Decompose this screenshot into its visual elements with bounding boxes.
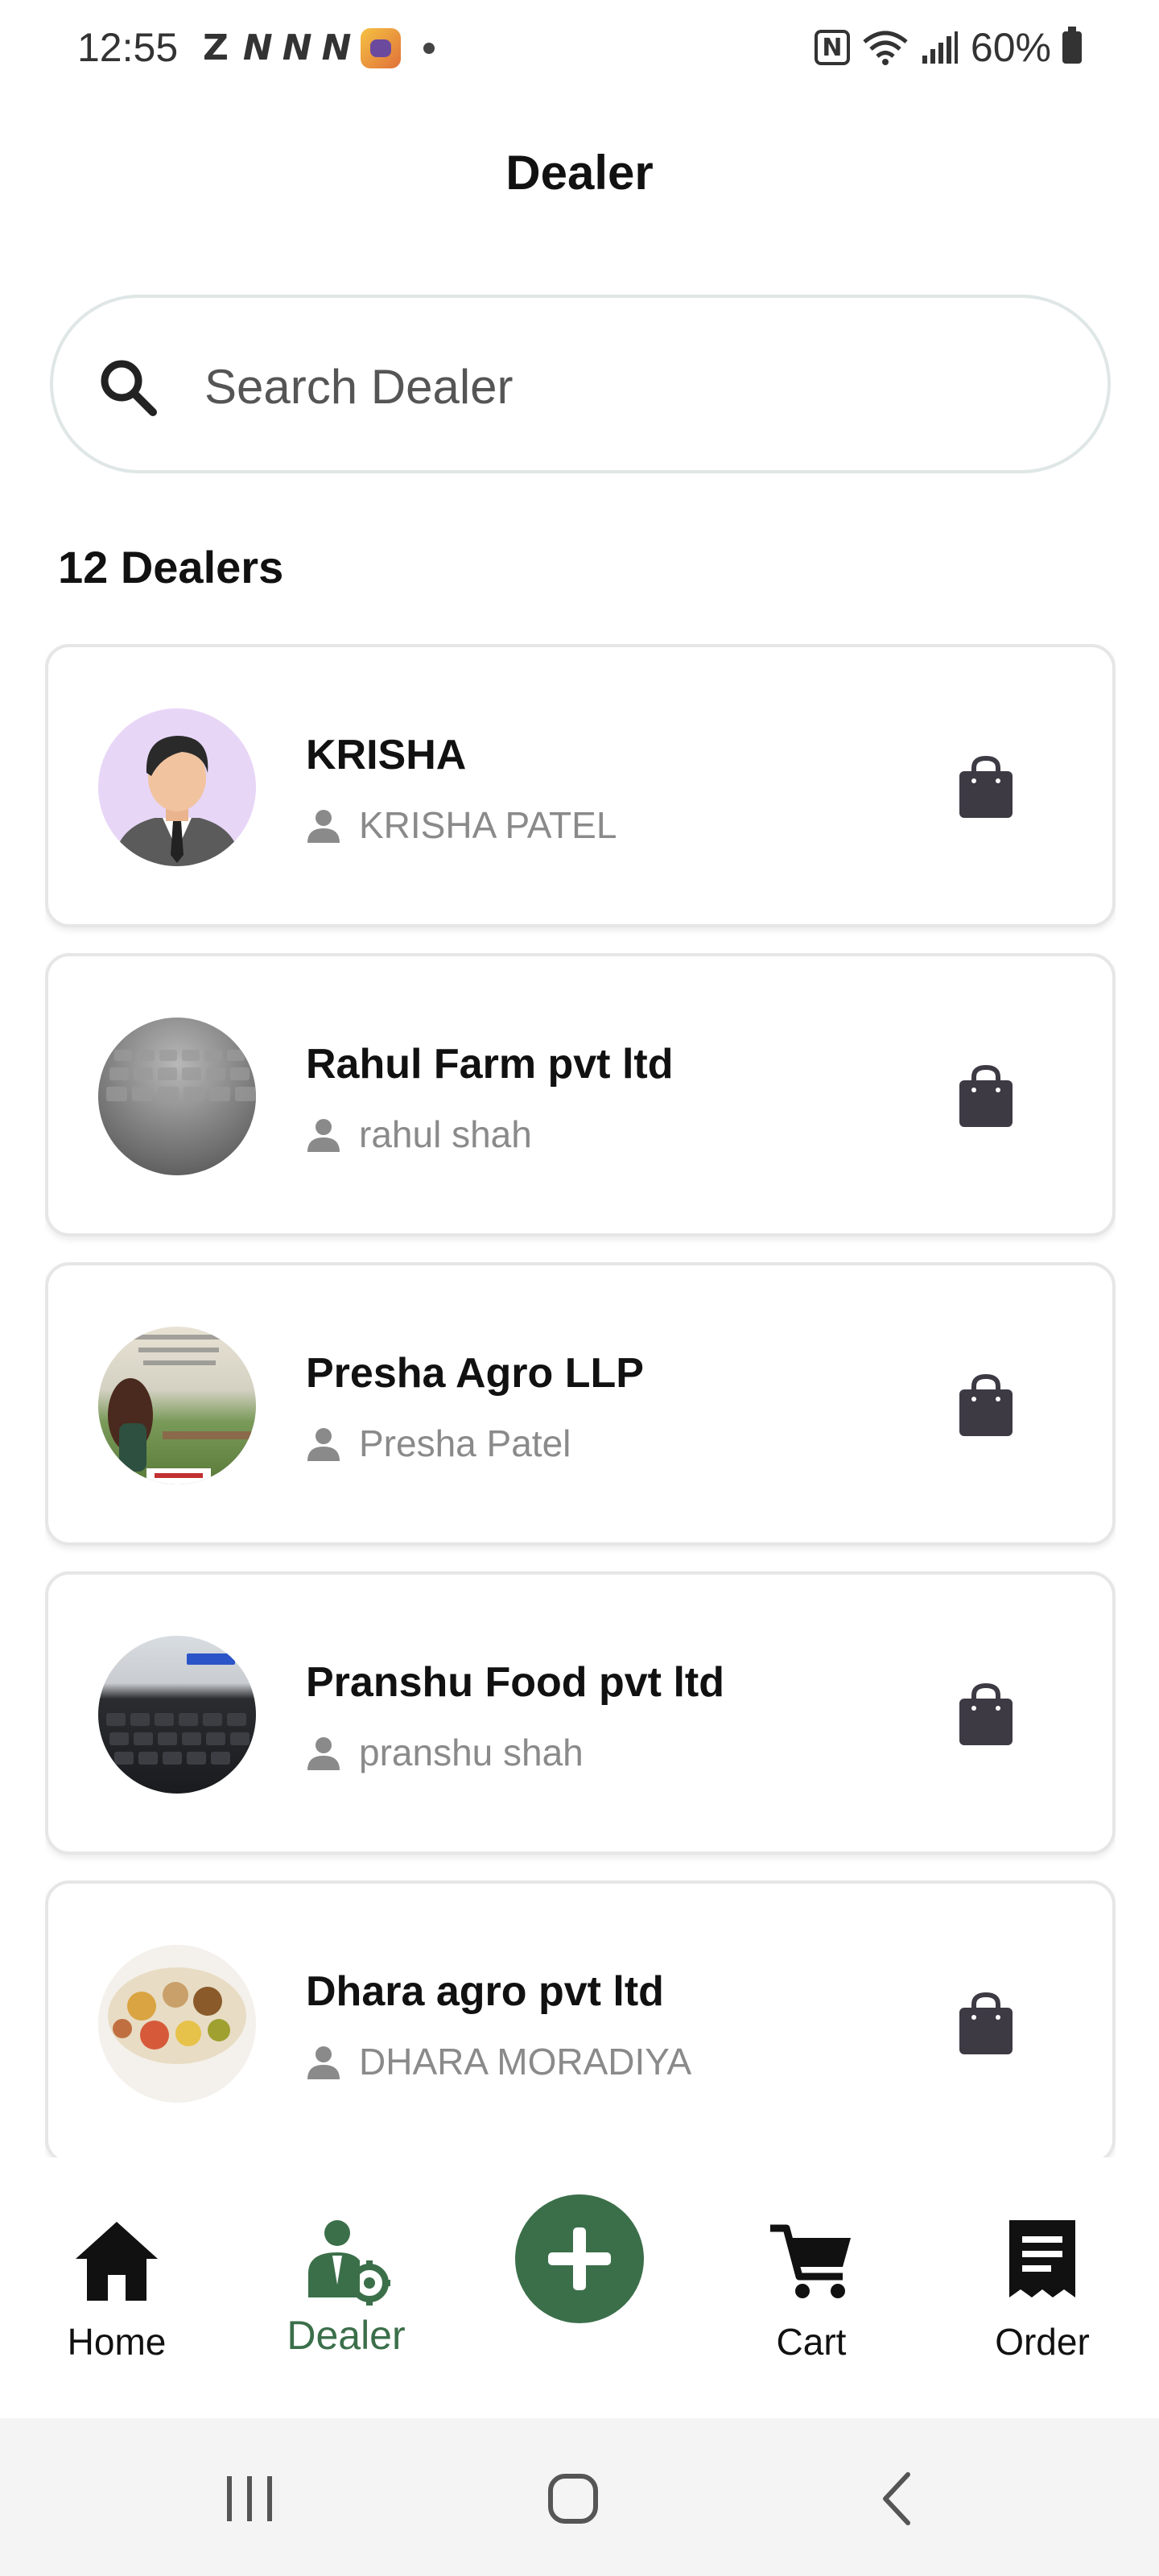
notification-icons: Z N N N xyxy=(203,27,435,68)
dealer-owner: rahul shah xyxy=(306,1113,532,1156)
dealer-count: 12 Dealers xyxy=(58,542,284,592)
dealer-owner: KRISHA PATEL xyxy=(306,803,617,847)
dealer-card[interactable]: Dhara agro pvt ltd DHARA MORADIYA xyxy=(45,1880,1116,2157)
dealer-avatar xyxy=(98,1945,256,2103)
dealer-avatar xyxy=(98,1327,256,1484)
n-notification-icon: N xyxy=(282,27,312,68)
recent-apps-icon[interactable] xyxy=(217,2467,282,2531)
shopping-bag-icon[interactable] xyxy=(958,1373,1014,1438)
dealer-list[interactable]: KRISHA KRISHA PATEL Rahul Farm pvt ltd r… xyxy=(45,644,1116,2157)
owner-name: rahul shah xyxy=(359,1113,532,1155)
cart-icon xyxy=(770,2224,851,2298)
nav-cart[interactable]: Cart xyxy=(719,2159,904,2418)
nav-dealer[interactable]: Dealer xyxy=(254,2159,439,2418)
person-icon xyxy=(307,1428,340,1461)
nav-cart-label: Cart xyxy=(776,2321,847,2363)
nav-order-label: Order xyxy=(995,2321,1090,2363)
dealer-name: Dhara agro pvt ltd xyxy=(306,1968,664,2015)
add-button[interactable] xyxy=(515,2194,644,2323)
laptop-photo-icon xyxy=(106,1653,250,1765)
dealer-name: Presha Agro LLP xyxy=(306,1350,644,1397)
dealer-name: KRISHA xyxy=(306,732,467,778)
person-icon xyxy=(307,810,340,843)
wifi-icon xyxy=(863,31,908,65)
real-estate-ad-photo-icon xyxy=(108,1335,251,1484)
status-time: 12:55 xyxy=(77,25,179,70)
n-notification-icon: N xyxy=(321,27,352,68)
search-box[interactable] xyxy=(50,295,1111,473)
dealer-card[interactable]: KRISHA KRISHA PATEL xyxy=(45,644,1116,927)
dealer-card[interactable]: Pranshu Food pvt ltd pranshu shah xyxy=(45,1571,1116,1855)
status-bar: 12:55 Z N N N N 60% xyxy=(0,0,1159,105)
status-indicators: N 60% xyxy=(814,24,1082,71)
z-notification-icon: Z xyxy=(203,27,229,68)
battery-icon xyxy=(1062,27,1082,64)
nav-home-label: Home xyxy=(67,2321,167,2363)
nfc-icon: N xyxy=(814,30,850,65)
dealer-avatar xyxy=(98,708,256,866)
person-icon xyxy=(307,2046,340,2079)
search-input[interactable] xyxy=(204,338,1009,435)
game-app-icon xyxy=(361,27,402,68)
keyboard-photo-icon xyxy=(106,1050,256,1101)
dealer-card[interactable]: Rahul Farm pvt ltd rahul shah xyxy=(45,953,1116,1236)
search-icon xyxy=(101,360,157,416)
person-icon xyxy=(307,1737,340,1770)
businessman-avatar-icon xyxy=(113,736,241,866)
nav-dealer-label: Dealer xyxy=(287,2313,406,2358)
more-notifications-dot-icon xyxy=(423,42,435,54)
dealer-owner: DHARA MORADIYA xyxy=(306,2040,691,2083)
dealer-settings-icon xyxy=(308,2220,390,2306)
dealer-avatar xyxy=(98,1636,256,1794)
nav-order[interactable]: Order xyxy=(950,2159,1135,2418)
dealer-avatar xyxy=(98,1018,256,1175)
shopping-bag-icon[interactable] xyxy=(958,1064,1014,1129)
shopping-bag-icon[interactable] xyxy=(958,755,1014,819)
nav-home[interactable]: Home xyxy=(24,2159,209,2418)
dealer-owner: pranshu shah xyxy=(306,1731,584,1774)
system-navigation-bar xyxy=(0,2418,1159,2576)
battery-percentage: 60% xyxy=(970,25,1051,70)
plus-icon xyxy=(548,2227,611,2290)
person-icon xyxy=(307,1119,340,1152)
receipt-icon xyxy=(1009,2220,1075,2297)
page-title: Dealer xyxy=(505,146,654,200)
owner-name: Presha Patel xyxy=(359,1422,571,1464)
food-platter-photo-icon xyxy=(108,1967,246,2064)
dealer-owner: Presha Patel xyxy=(306,1422,571,1465)
dealer-card[interactable]: Presha Agro LLP Presha Patel xyxy=(45,1262,1116,1546)
owner-name: KRISHA PATEL xyxy=(359,804,617,846)
n-notification-icon: N xyxy=(242,27,273,68)
shopping-bag-icon[interactable] xyxy=(958,1992,1014,2056)
owner-name: pranshu shah xyxy=(359,1732,584,1773)
back-icon[interactable] xyxy=(866,2467,930,2531)
dealer-name: Pranshu Food pvt ltd xyxy=(306,1659,724,1706)
bottom-navigation: Home Dealer Cart Order xyxy=(0,2159,1159,2418)
shopping-bag-icon[interactable] xyxy=(958,1682,1014,1747)
dealer-name: Rahul Farm pvt ltd xyxy=(306,1041,674,1088)
owner-name: DHARA MORADIYA xyxy=(359,2041,692,2083)
home-icon xyxy=(76,2222,158,2301)
home-circle-icon[interactable] xyxy=(541,2467,605,2531)
signal-icon xyxy=(922,31,958,64)
